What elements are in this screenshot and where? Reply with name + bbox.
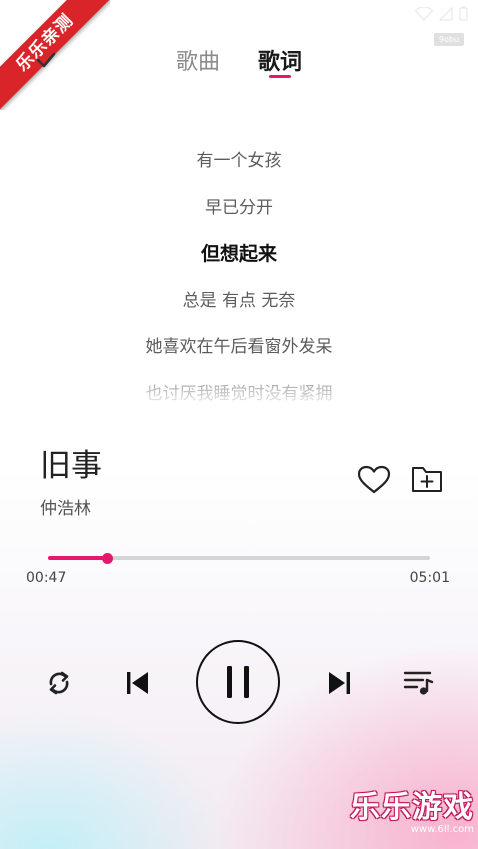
lyric-line: 她喜欢在午后看窗外发呆	[145, 337, 333, 357]
progress-fill	[48, 556, 108, 560]
lyrics-panel[interactable]: 有一个女孩 早已分开 但想起来 总是 有点 无奈 她喜欢在午后看窗外发呆 也讨厌…	[0, 140, 478, 402]
lyric-line-current: 但想起来	[200, 243, 277, 265]
signal-icon	[439, 6, 453, 20]
lyric-line: 也讨厌我睡觉时没有紧拥	[145, 383, 333, 403]
tab-lyrics-label: 歌词	[258, 50, 303, 75]
pause-button[interactable]	[196, 640, 280, 724]
lyric-line: 有一个女孩	[196, 151, 282, 171]
watermark: 乐乐游戏 www.6ll.com	[350, 782, 474, 835]
progress-thumb[interactable]	[102, 552, 114, 564]
current-time: 00:47	[26, 570, 67, 586]
repeat-icon[interactable]	[44, 668, 74, 698]
song-title: 旧事	[40, 448, 102, 484]
playlist-icon[interactable]	[403, 669, 435, 697]
tab-song[interactable]: 歌曲	[174, 44, 222, 84]
total-time: 05:01	[409, 570, 450, 586]
pause-icon	[227, 666, 249, 698]
battery-icon	[459, 6, 468, 21]
status-bar-icons	[415, 6, 468, 21]
wifi-icon	[415, 6, 433, 21]
lyric-line: 早已分开	[205, 197, 273, 218]
active-tab-indicator	[269, 75, 291, 78]
add-to-folder-icon[interactable]	[411, 464, 443, 494]
tab-bar: 歌曲 歌词	[0, 44, 478, 84]
next-icon[interactable]	[327, 670, 353, 696]
lyric-line: 总是 有点 无奈	[182, 290, 296, 311]
previous-icon[interactable]	[124, 670, 150, 696]
tab-lyrics[interactable]: 歌词	[256, 44, 304, 84]
watermark-brand: 乐乐游戏	[350, 790, 474, 825]
artist-name[interactable]: 仲浩林	[40, 494, 91, 519]
heart-icon[interactable]	[357, 465, 391, 495]
progress-slider[interactable]	[48, 552, 430, 564]
